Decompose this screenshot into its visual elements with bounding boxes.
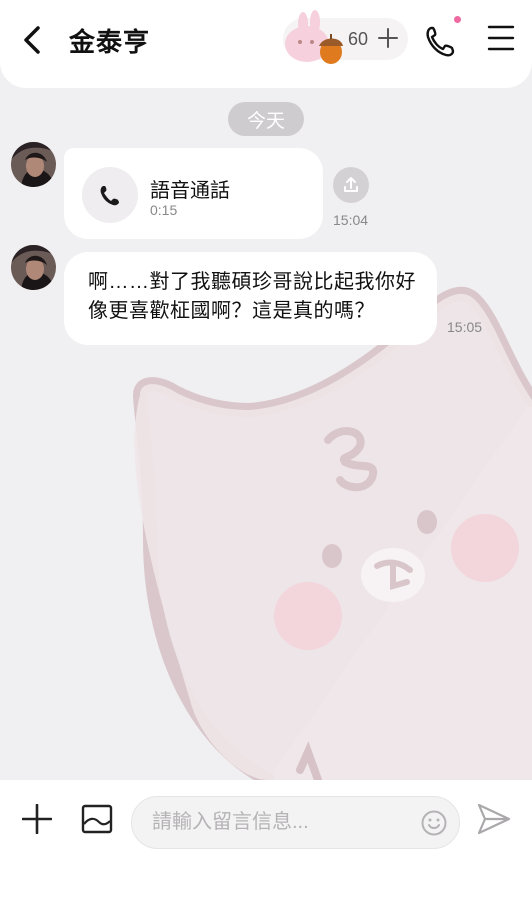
chevron-left-icon: [24, 26, 40, 54]
message-time: 15:05: [447, 319, 483, 335]
call-button[interactable]: [425, 16, 461, 58]
message-composer: [0, 780, 532, 911]
chat-title: 金泰亨: [69, 27, 151, 57]
date-divider: 今天: [228, 102, 304, 136]
upload-icon: [344, 177, 358, 192]
back-button[interactable]: [18, 22, 46, 58]
contact-avatar[interactable]: [11, 142, 56, 187]
send-button[interactable]: [476, 802, 514, 836]
message-input[interactable]: [152, 797, 402, 848]
image-button[interactable]: [80, 802, 114, 836]
acorn-balance[interactable]: 60: [283, 10, 408, 64]
acorn-count: 60: [348, 29, 369, 49]
voice-call-icon-circle: [82, 167, 138, 223]
menu-button[interactable]: [486, 24, 516, 54]
share-button[interactable]: [333, 167, 369, 203]
message-input-wrapper: [131, 796, 460, 849]
plus-icon: [22, 804, 52, 834]
avatar-photo: [11, 142, 56, 187]
attach-button[interactable]: [20, 802, 54, 836]
bunny-acorn-icon: [285, 10, 343, 64]
phone-icon: [426, 26, 455, 57]
contact-avatar[interactable]: [11, 245, 56, 290]
avatar-photo: [11, 245, 56, 290]
phone-icon: [100, 186, 119, 206]
voice-call-bubble[interactable]: 語音通話 0:15: [64, 148, 323, 239]
add-acorn-button[interactable]: [375, 24, 401, 52]
message-text: 啊……對了我聽碩珍哥說比起我你好像更喜歡柾國啊？這是真的嗎？: [88, 271, 416, 322]
voice-call-title: 語音通話: [150, 180, 230, 202]
send-icon: [477, 803, 511, 835]
menu-icon: [487, 25, 515, 51]
notification-dot: [454, 16, 461, 23]
message-time: 15:04: [333, 212, 369, 228]
text-message-bubble[interactable]: 啊……對了我聽碩珍哥說比起我你好像更喜歡柾國啊？這是真的嗎？: [64, 252, 437, 345]
plus-icon: [378, 28, 398, 48]
image-icon: [81, 804, 113, 834]
voice-call-duration: 0:15: [150, 202, 178, 218]
emoji-icon: [421, 810, 447, 836]
emoji-button[interactable]: [420, 809, 448, 837]
chat-header: 金泰亨 60: [0, 0, 532, 88]
